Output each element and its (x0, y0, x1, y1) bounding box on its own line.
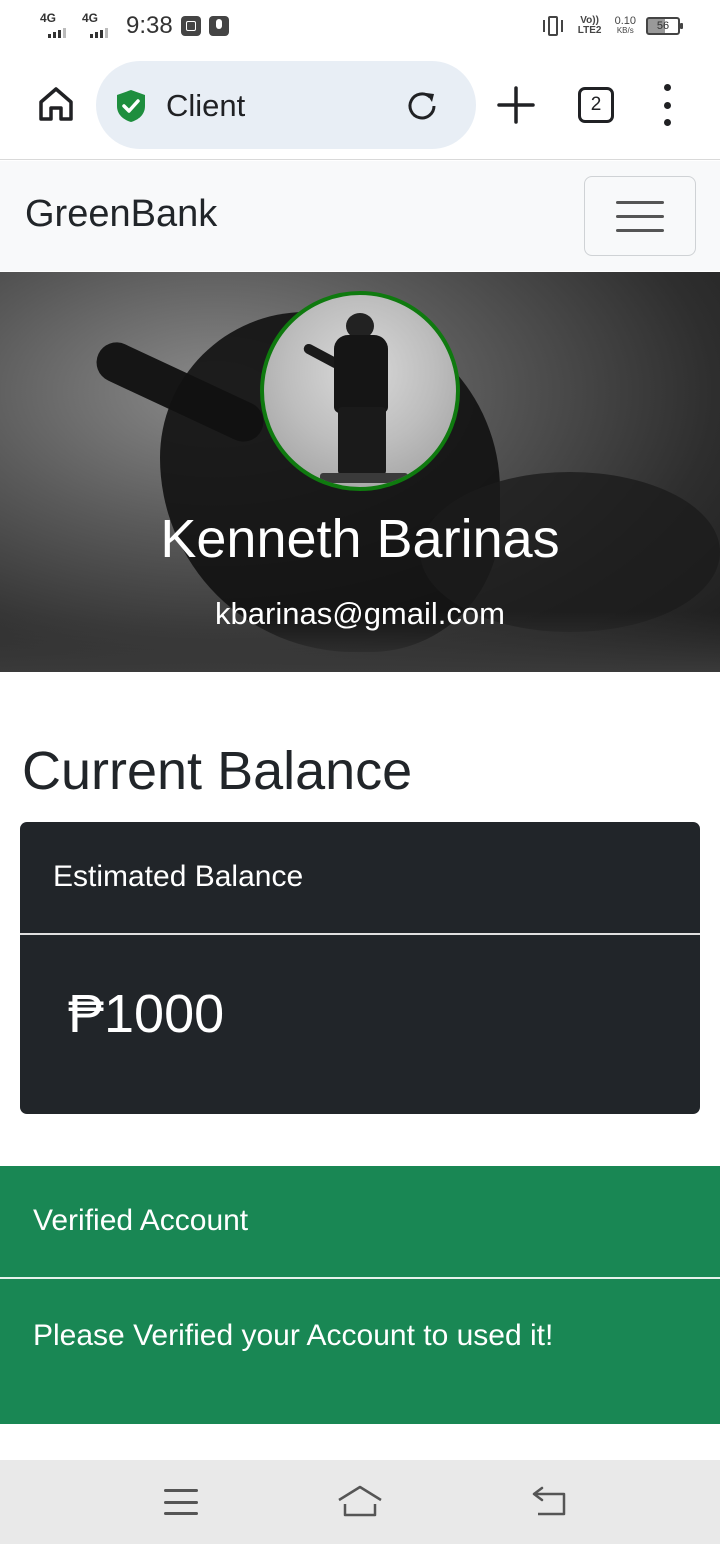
tab-count: 2 (590, 94, 602, 115)
site-navbar: GreenBank (0, 161, 720, 271)
url-text[interactable]: Client (166, 88, 245, 124)
vibrate-icon (541, 14, 565, 38)
shield-check-icon[interactable] (114, 88, 148, 124)
more-vert-icon[interactable] (660, 84, 674, 126)
alert-message: Please Verified your Account to used it! (33, 1319, 554, 1352)
home-outline-icon[interactable] (336, 1484, 384, 1518)
status-time: 9:38 (126, 12, 173, 39)
signal-sim2-icon: 4G (82, 12, 116, 40)
status-bar: 4G 4G 9:38 Vo)) LTE2 0.10 KB/s 56 (0, 0, 720, 56)
network-speed: 0.10 KB/s (615, 16, 636, 36)
notification-icon (180, 16, 201, 36)
battery-level: 56 (656, 20, 670, 32)
volte-label: Vo)) LTE2 (577, 15, 602, 36)
new-tab-button[interactable] (496, 85, 536, 125)
home-icon[interactable] (36, 84, 76, 124)
speed-unit: KB/s (616, 26, 634, 35)
back-icon[interactable] (530, 1486, 568, 1518)
battery-icon: 56 (646, 17, 683, 35)
signal-sim1-icon: 4G (40, 12, 74, 40)
avatar (260, 291, 460, 491)
balance-card-header: Estimated Balance (20, 822, 700, 935)
profile-name: Kenneth Barinas (160, 509, 560, 569)
profile-banner: Kenneth Barinas kbarinas@gmail.com (0, 272, 720, 672)
sim2-network-label: 4G (82, 11, 99, 25)
system-nav-bar (0, 1460, 720, 1544)
balance-amount: ₱1000 (68, 984, 225, 1044)
balance-card: Estimated Balance ₱1000 (20, 822, 700, 1114)
hamburger-icon (616, 200, 664, 204)
tab-switcher-button[interactable]: 2 (578, 87, 614, 123)
browser-toolbar: Client 2 (0, 56, 720, 160)
brand-logo[interactable]: GreenBank (25, 193, 217, 236)
alert-heading: Verified Account (0, 1166, 720, 1279)
sim1-network-label: 4G (40, 11, 57, 25)
menu-icon[interactable] (164, 1489, 198, 1515)
profile-email: kbarinas@gmail.com (215, 596, 505, 631)
reload-icon[interactable] (404, 88, 440, 124)
hamburger-menu-button[interactable] (584, 176, 696, 256)
balance-section-title: Current Balance (22, 741, 413, 801)
address-bar[interactable]: Client (96, 61, 476, 149)
microphone-icon (208, 16, 229, 36)
verification-alert: Verified Account Please Verified your Ac… (0, 1166, 720, 1424)
